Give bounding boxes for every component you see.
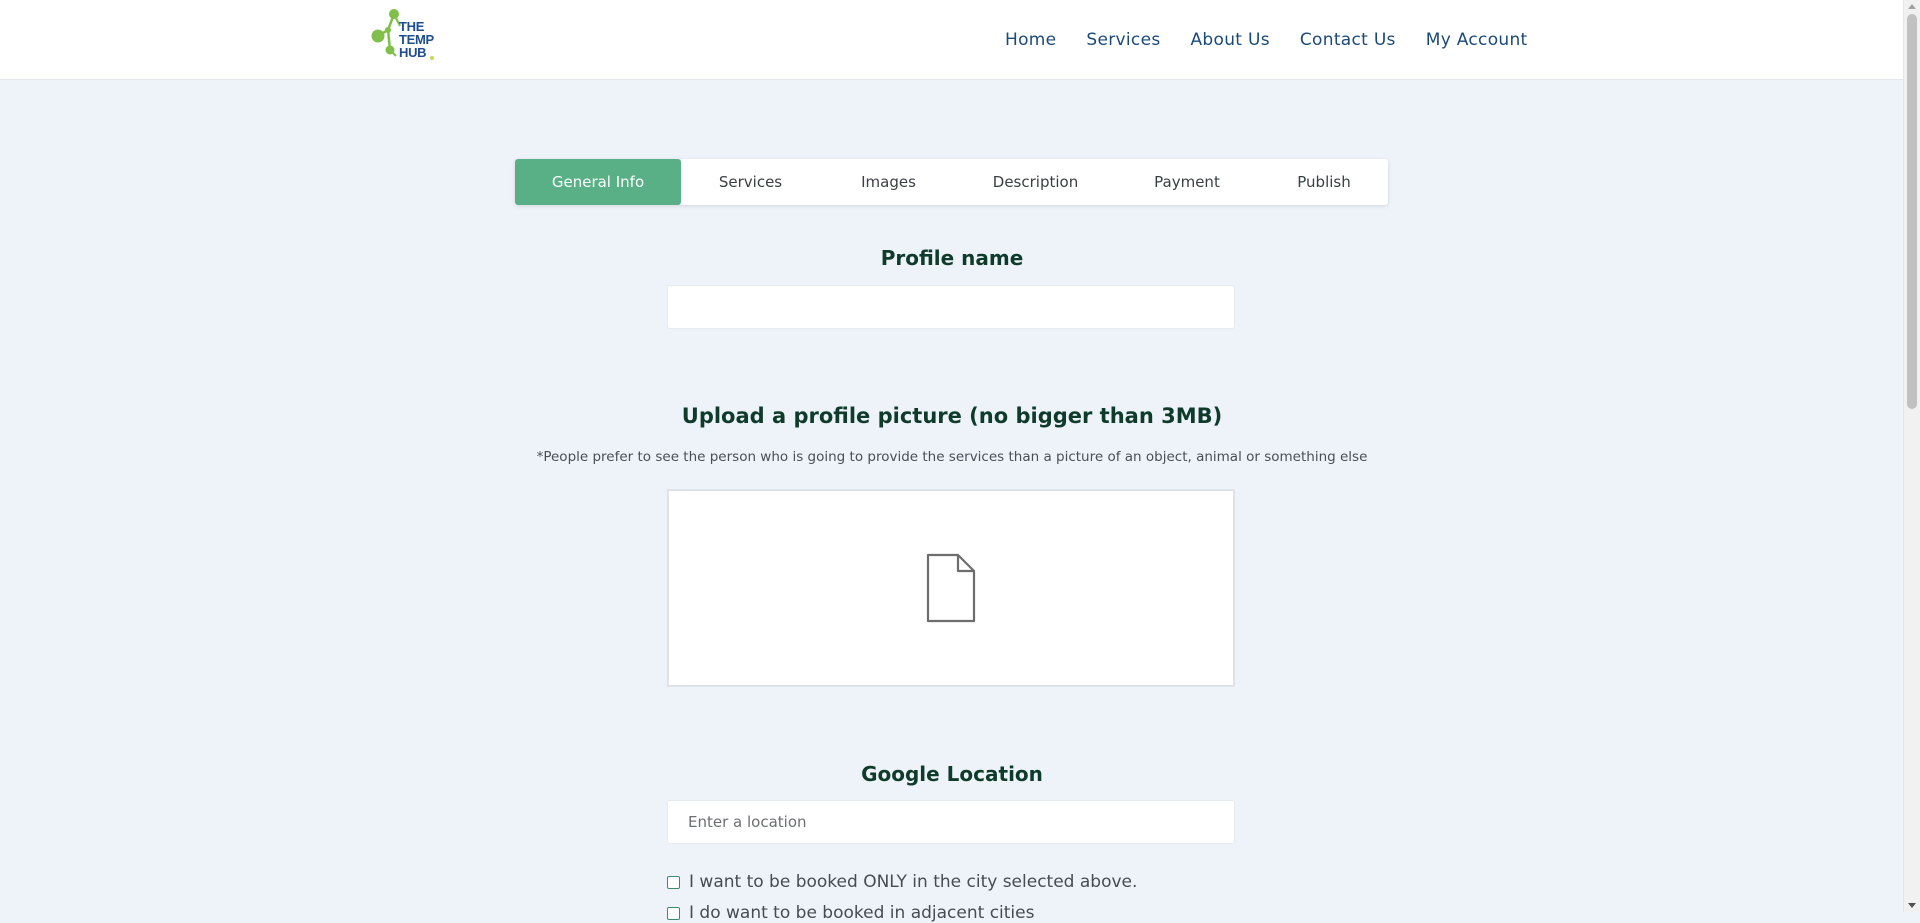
scroll-up-arrow-icon[interactable] <box>1908 4 1916 9</box>
tab-publish[interactable]: Publish <box>1260 159 1388 205</box>
logo-text: THE TEMP HUB <box>399 19 434 60</box>
tab-services[interactable]: Services <box>681 159 820 205</box>
profile-name-heading: Profile name <box>880 246 1024 270</box>
scrollbar-thumb[interactable] <box>1907 14 1917 409</box>
page-scrollbar[interactable] <box>1903 0 1920 912</box>
main-nav: Home Services About Us Contact Us My Acc… <box>1000 0 1528 79</box>
profile-name-input[interactable] <box>667 285 1235 329</box>
checkbox-row-adjacent-cities: I do want to be booked in adjacent citie… <box>667 903 1034 923</box>
city-only-checkbox[interactable] <box>667 875 680 889</box>
nav-home[interactable]: Home <box>1005 30 1056 50</box>
tab-description[interactable]: Description <box>957 159 1114 205</box>
nav-services[interactable]: Services <box>1086 30 1160 50</box>
location-input[interactable] <box>667 800 1235 844</box>
profile-steps-tabs: General Info Services Images Description… <box>515 159 1388 205</box>
nav-about-us[interactable]: About Us <box>1191 30 1270 50</box>
nav-contact-us[interactable]: Contact Us <box>1300 30 1396 50</box>
profile-picture-dropzone[interactable] <box>667 489 1235 687</box>
tab-images[interactable]: Images <box>820 159 957 205</box>
file-icon <box>926 553 976 623</box>
scroll-down-arrow-icon[interactable] <box>1908 903 1916 908</box>
checkbox-row-city-only: I want to be booked ONLY in the city sel… <box>667 872 1137 892</box>
upload-picture-heading: Upload a profile picture (no bigger than… <box>681 404 1223 428</box>
adjacent-cities-checkbox[interactable] <box>667 906 680 920</box>
tab-payment[interactable]: Payment <box>1114 159 1260 205</box>
top-navigation-bar: THE TEMP HUB Home Services About Us Cont… <box>0 0 1904 80</box>
city-only-label: I want to be booked ONLY in the city sel… <box>689 872 1138 892</box>
google-location-heading: Google Location <box>861 762 1043 786</box>
nav-my-account[interactable]: My Account <box>1426 30 1528 50</box>
adjacent-cities-label: I do want to be booked in adjacent citie… <box>689 903 1035 923</box>
upload-picture-note: *People prefer to see the person who is … <box>536 449 1368 465</box>
tab-general-info[interactable]: General Info <box>515 159 681 205</box>
